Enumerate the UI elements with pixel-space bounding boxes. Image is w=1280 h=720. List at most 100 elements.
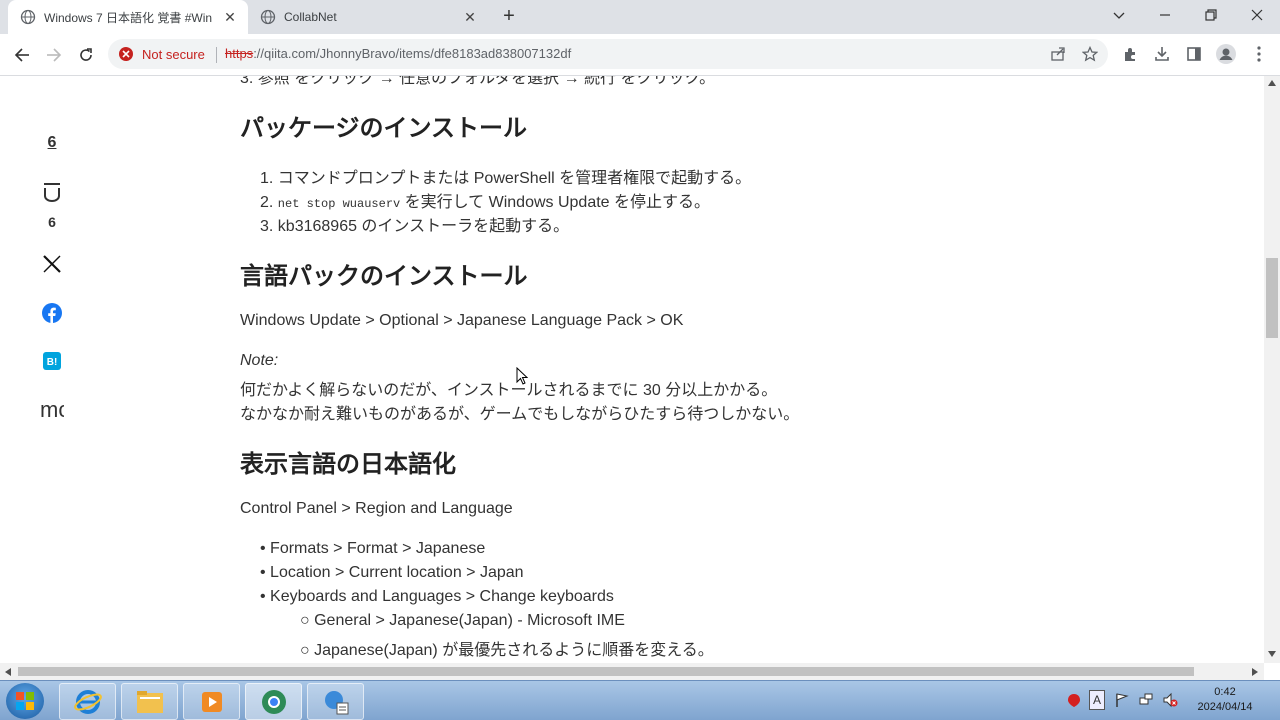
list-text: コマンドプロンプトまたは PowerShell を管理者権限で起動する。 — [277, 170, 752, 187]
tab-collabnet[interactable]: CollabNet ✕ — [248, 0, 488, 34]
note-text: なかなか耐え難いものがあるが、ゲームでもしながらひたすら待つしかない。 — [240, 406, 800, 423]
vertical-scroll-thumb[interactable] — [1266, 258, 1278, 338]
forward-arrow-icon[interactable] — [42, 43, 66, 67]
scroll-left-icon[interactable] — [5, 668, 11, 676]
hatena-bookmark-icon[interactable]: B! — [32, 352, 72, 375]
network-globe-icon — [324, 690, 348, 714]
security-indicator[interactable]: Not secure — [118, 46, 205, 62]
list-number: 3. — [260, 218, 274, 235]
svg-text:B!: B! — [47, 357, 58, 368]
list-item: • Keyboards and Languages > Change keybo… — [260, 588, 614, 605]
download-icon[interactable] — [1152, 44, 1172, 64]
list-number: 2. — [260, 194, 274, 211]
list-text: kb3168965 のインストーラを起動する。 — [277, 218, 570, 235]
list-text: General > Japanese(Japan) - Microsoft IM… — [314, 612, 625, 629]
display-path: Control Panel > Region and Language — [240, 500, 513, 517]
ime-indicator[interactable]: A — [1089, 690, 1105, 710]
side-panel-icon[interactable] — [1184, 44, 1204, 64]
network-tray-icon[interactable] — [1138, 692, 1154, 708]
misskey-share-icon[interactable]: mc — [40, 397, 64, 423]
not-secure-icon — [119, 47, 133, 61]
chrome-icon — [261, 689, 286, 714]
x-share-icon[interactable] — [32, 254, 72, 279]
internet-explorer-icon — [73, 689, 102, 714]
scroll-right-icon[interactable] — [1252, 668, 1258, 676]
volume-muted-icon[interactable] — [1162, 692, 1178, 708]
browser-toolbar: Not secure https://qiita.com/JhonnyBravo… — [0, 34, 1280, 76]
heading-display-language: 表示言語の日本語化 — [240, 451, 456, 478]
taskbar-internet-explorer[interactable] — [59, 683, 116, 720]
list-number: 1. — [260, 170, 274, 187]
note-label: Note: — [240, 352, 279, 369]
security-tray-icon[interactable] — [1066, 692, 1082, 708]
tab-title: CollabNet — [284, 10, 337, 24]
reload-icon[interactable] — [74, 43, 98, 67]
facebook-share-icon[interactable] — [32, 303, 72, 328]
tab-qiita[interactable]: Windows 7 日本語化 覚書 #Win ✕ — [8, 0, 248, 34]
heading-langpack-install: 言語パックのインストール — [240, 263, 528, 290]
vertical-scrollbar[interactable] — [1264, 76, 1280, 663]
media-player-icon — [201, 691, 222, 712]
tab-search-chevron-icon[interactable] — [1096, 0, 1142, 30]
like-count[interactable]: 6 — [32, 134, 72, 152]
tab-close-icon[interactable]: ✕ — [462, 9, 478, 26]
url-text[interactable]: https://qiita.com/JhonnyBravo/items/dfe8… — [225, 46, 571, 61]
minimize-button[interactable] — [1142, 0, 1188, 30]
taskbar-chrome[interactable] — [245, 683, 302, 720]
action-center-flag-icon[interactable] — [1114, 692, 1130, 708]
scroll-up-icon[interactable] — [1268, 80, 1276, 86]
page-content: 6 6 B! mc 3. 参照 をクリック → 任意のフォルダを選択 → 続行 … — [0, 76, 1264, 663]
bookmark-star-icon[interactable] — [1080, 44, 1100, 64]
list-item: 1. コマンドプロンプトまたは PowerShell を管理者権限で起動する。 — [260, 164, 751, 188]
close-window-button[interactable] — [1234, 0, 1280, 30]
list-text: を実行して Windows Update を停止する。 — [400, 194, 711, 211]
list-text: Formats > Format > Japanese — [270, 540, 486, 557]
windows-logo-icon — [16, 692, 34, 710]
windows-taskbar: A 0:42 2024/04/14 — [0, 680, 1280, 720]
mouse-cursor-icon — [516, 367, 528, 385]
note-text: 何だかよく解らないのだが、インストールされるまでに 30 分以上かかる。 — [240, 382, 778, 399]
horizontal-scroll-thumb[interactable] — [18, 667, 1194, 676]
taskbar-media-player[interactable] — [183, 683, 240, 720]
url-path: ://qiita.com/JhonnyBravo/items/dfe8183ad… — [253, 46, 572, 61]
globe-icon — [260, 9, 276, 25]
menu-kebab-icon[interactable] — [1249, 44, 1269, 64]
tab-strip: Windows 7 日本語化 覚書 #Win ✕ CollabNet ✕ + — [0, 0, 1280, 34]
list-item: 3. kb3168965 のインストーラを起動する。 — [260, 212, 569, 236]
inline-code: net stop wuauserv — [277, 197, 401, 211]
langpack-path: Windows Update > Optional > Japanese Lan… — [240, 312, 684, 329]
list-text: Location > Current location > Japan — [270, 564, 524, 581]
url-scheme: https — [225, 46, 254, 61]
stock-icon[interactable] — [32, 182, 72, 207]
extensions-icon[interactable] — [1120, 44, 1140, 64]
taskbar-file-explorer[interactable] — [121, 683, 178, 720]
restore-button[interactable] — [1188, 0, 1234, 30]
scroll-down-icon[interactable] — [1268, 651, 1276, 657]
stock-count: 6 — [48, 214, 56, 230]
list-item: • Formats > Format > Japanese — [260, 540, 486, 557]
list-item: • Location > Current location > Japan — [260, 564, 524, 581]
clock-time: 0:42 — [1214, 686, 1236, 698]
share-icon[interactable] — [1048, 44, 1068, 64]
new-tab-button[interactable]: + — [498, 5, 520, 27]
tab-close-icon[interactable]: ✕ — [222, 9, 238, 26]
previous-step-fragment: 3. 参照 をクリック → 任意のフォルダを選択 → 続行 をクリック。 — [240, 76, 716, 87]
list-text: Japanese(Japan) が最優先されるように順番を変える。 — [314, 642, 714, 659]
back-arrow-icon[interactable] — [10, 43, 34, 67]
list-item: ○ General > Japanese(Japan) - Microsoft … — [300, 612, 625, 629]
folder-icon — [136, 690, 163, 713]
address-bar[interactable]: Not secure https://qiita.com/JhonnyBravo… — [108, 39, 1108, 69]
system-clock[interactable]: 0:42 2024/04/14 — [1190, 685, 1260, 715]
horizontal-scrollbar[interactable] — [0, 663, 1264, 680]
clock-date: 2024/04/14 — [1197, 701, 1253, 713]
list-item: ○ Japanese(Japan) が最優先されるように順番を変える。 — [300, 642, 714, 659]
profile-avatar-icon[interactable] — [1216, 44, 1236, 64]
list-item: 2. net stop wuauserv を実行して Windows Updat… — [260, 188, 710, 212]
taskbar-network-app[interactable] — [307, 683, 364, 720]
globe-icon — [20, 9, 36, 25]
heading-package-install: パッケージのインストール — [240, 115, 528, 142]
tab-title: Windows 7 日本語化 覚書 #Win — [44, 10, 213, 25]
divider — [216, 47, 217, 63]
not-secure-label: Not secure — [142, 46, 205, 62]
start-button[interactable] — [6, 683, 44, 719]
